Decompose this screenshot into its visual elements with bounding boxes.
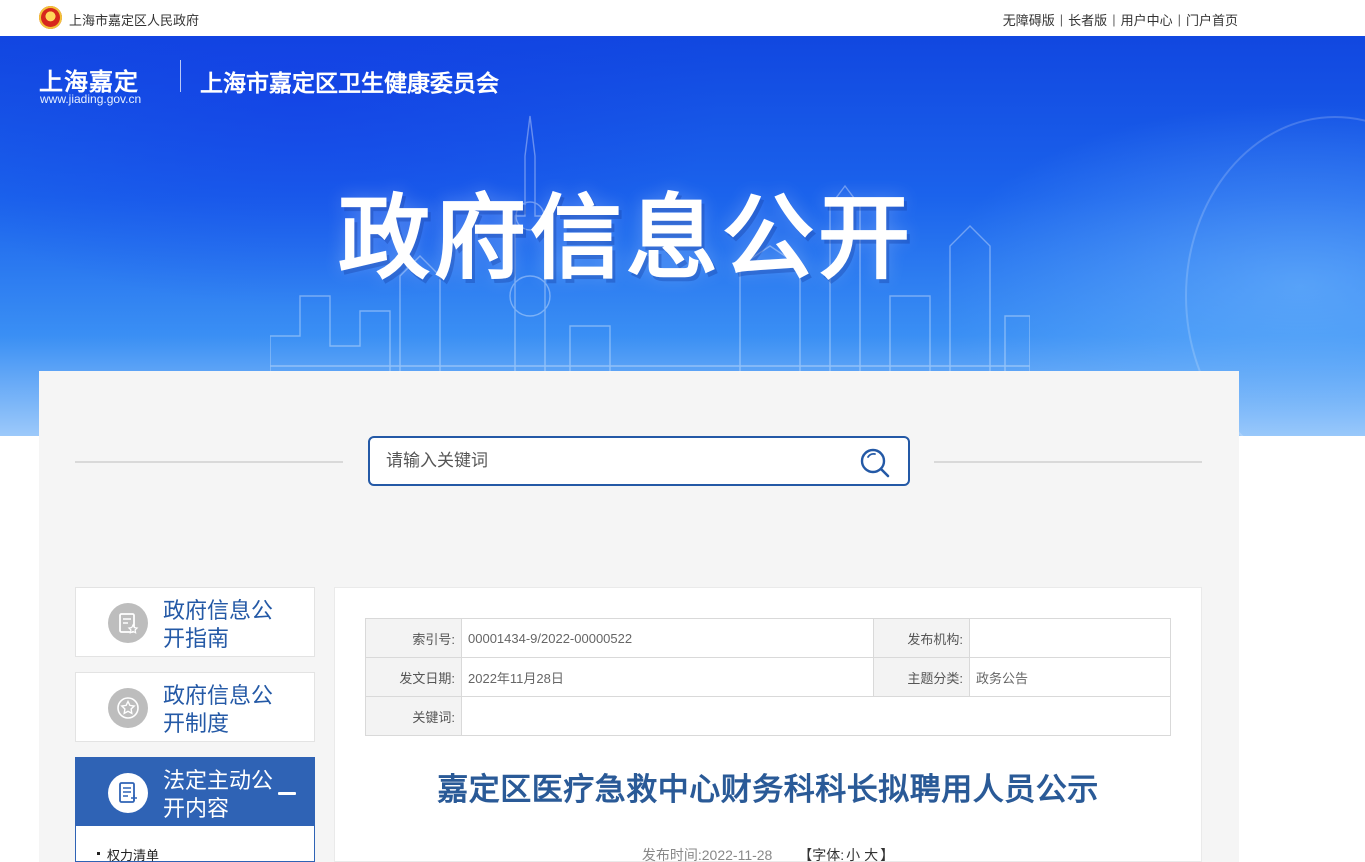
user-center-link[interactable]: 用户中心: [1121, 10, 1173, 29]
top-bar: 上海市嘉定区人民政府 无障碍版 | 长者版 | 用户中心 | 门户首页: [0, 0, 1365, 36]
article-title: 嘉定区医疗急救中心财务科科长拟聘用人员公示: [437, 772, 1099, 807]
divider: |: [1177, 12, 1181, 27]
search-divider-left: [75, 461, 343, 463]
font-size-close: 】: [880, 847, 895, 862]
index-label: 索引号:: [365, 618, 462, 658]
list-document-icon: [108, 773, 148, 813]
agency-name[interactable]: 上海市嘉定区卫生健康委员会: [200, 64, 499, 98]
gov-name-link[interactable]: 上海市嘉定区人民政府: [69, 10, 199, 29]
font-size-label: 【字体:: [798, 847, 845, 862]
table-row: 索引号: 00001434-9/2022-00000522 发布机构:: [365, 618, 1171, 658]
publisher-label: 发布机构:: [873, 618, 970, 658]
sidebar-submenu: 权力清单: [75, 826, 315, 862]
search-input[interactable]: [386, 449, 836, 473]
accessibility-link[interactable]: 无障碍版: [1003, 10, 1055, 29]
search-icon[interactable]: [858, 446, 892, 480]
keywords-label: 关键词:: [365, 696, 462, 736]
sidebar-item-system[interactable]: 政府信息公开制度: [75, 672, 315, 742]
collapse-icon[interactable]: [278, 792, 296, 795]
sidebar-item-guide[interactable]: 政府信息公开指南: [75, 587, 315, 657]
sidebar-item-label: 政府信息公开指南: [163, 598, 274, 651]
publisher-value: [969, 618, 1171, 658]
divider: |: [1059, 12, 1064, 27]
font-large-button[interactable]: 大: [864, 847, 878, 862]
topic-label: 主题分类:: [873, 657, 970, 697]
metadata-table: 索引号: 00001434-9/2022-00000522 发布机构: 发文日期…: [365, 618, 1171, 736]
portal-home-link[interactable]: 门户首页: [1186, 10, 1238, 29]
search-box: [368, 436, 910, 486]
divider: |: [1112, 12, 1116, 27]
search-divider-right: [934, 461, 1202, 463]
publish-time: 2022-11-28: [701, 847, 773, 862]
publish-label: 发布时间:: [641, 847, 702, 862]
top-links: 无障碍版 | 长者版 | 用户中心 | 门户首页: [1003, 10, 1238, 29]
date-label: 发文日期:: [365, 657, 462, 697]
font-small-button[interactable]: 小: [846, 847, 860, 862]
guide-icon: [108, 603, 148, 643]
topic-value: 政务公告: [969, 657, 1171, 697]
submenu-item-label: 权力清单: [107, 848, 160, 862]
table-row: 关键词:: [365, 696, 1171, 736]
sidebar-item-label: 法定主动公开内容: [163, 768, 274, 821]
publish-info: 发布时间:2022-11-28 【字体: 小大】: [334, 845, 1202, 862]
date-value: 2022年11月28日: [461, 657, 874, 697]
hero-title: 政府信息公开: [338, 188, 915, 290]
national-emblem-icon: [39, 6, 62, 29]
submenu-item-power-list[interactable]: 权力清单: [94, 845, 159, 862]
sidebar-item-statutory-content[interactable]: 法定主动公开内容: [75, 757, 315, 827]
star-badge-icon: [108, 688, 148, 728]
sidebar-item-label: 政府信息公开制度: [163, 683, 274, 736]
site-logo[interactable]: 上海嘉定 www.jiading.gov.cn: [39, 50, 169, 108]
table-row: 发文日期: 2022年11月28日 主题分类: 政务公告: [365, 657, 1171, 697]
logo-url: www.jiading.gov.cn: [40, 92, 142, 106]
font-size-control: 【字体: 小大】: [798, 847, 894, 862]
elder-version-link[interactable]: 长者版: [1068, 10, 1107, 29]
logo-divider: [180, 60, 181, 92]
index-value: 00001434-9/2022-00000522: [461, 618, 874, 658]
keywords-value: [461, 696, 1171, 736]
